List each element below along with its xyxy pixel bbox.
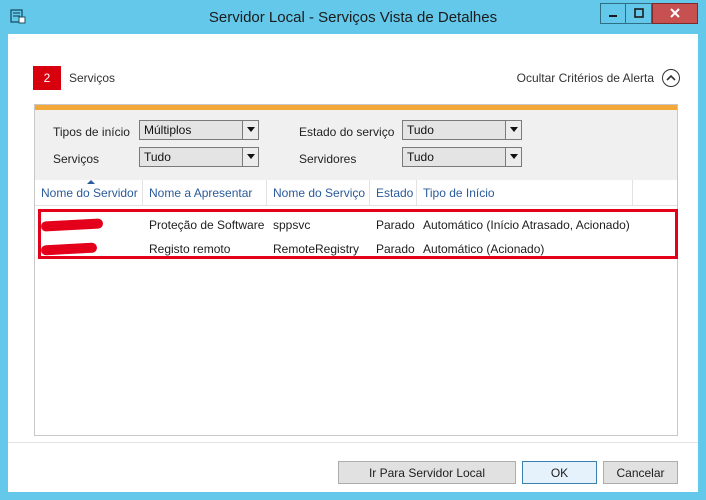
service-state-dropdown[interactable]: Tudo bbox=[402, 120, 522, 140]
maximize-button[interactable] bbox=[626, 3, 652, 24]
table-row[interactable]: Registo remoto RemoteRegistry Parado Aut… bbox=[35, 237, 677, 261]
row-display-name: Registo remoto bbox=[149, 242, 231, 256]
dialog-window: Servidor Local - Serviços Vista de Detal… bbox=[0, 0, 706, 500]
servers-value: Tudo bbox=[407, 150, 434, 164]
dropdown-arrow-icon bbox=[242, 121, 258, 139]
table-header: Nome do Servidor Nome a Apresentar Nome … bbox=[35, 180, 677, 206]
redacted-server-name bbox=[40, 242, 98, 256]
column-header-state[interactable]: Estado bbox=[370, 180, 417, 206]
close-icon bbox=[670, 7, 680, 21]
service-state-label: Estado do serviço bbox=[299, 125, 395, 139]
ok-button[interactable]: OK bbox=[522, 461, 597, 484]
dropdown-arrow-icon bbox=[505, 148, 521, 166]
footer-divider bbox=[8, 442, 698, 443]
column-header-service-name[interactable]: Nome do Serviço bbox=[267, 180, 370, 206]
chevron-up-icon bbox=[662, 69, 680, 87]
servers-label: Servidores bbox=[299, 152, 357, 166]
row-state: Parado bbox=[376, 242, 415, 256]
start-type-value: Múltiplos bbox=[144, 123, 192, 137]
title-bar[interactable]: Servidor Local - Serviços Vista de Detal… bbox=[0, 0, 706, 34]
alert-count-badge: 2 bbox=[33, 66, 61, 90]
hide-alert-criteria-toggle[interactable]: Ocultar Critérios de Alerta bbox=[517, 69, 680, 87]
row-service-name: sppsvc bbox=[273, 218, 311, 232]
row-start-type: Automático (Início Atrasado, Acionado) bbox=[423, 218, 630, 232]
start-type-label: Tipos de início bbox=[53, 125, 130, 139]
row-state: Parado bbox=[376, 218, 415, 232]
alert-toggle-label: Ocultar Critérios de Alerta bbox=[516, 71, 654, 85]
minimize-button[interactable] bbox=[600, 3, 626, 24]
section-title: Serviços bbox=[69, 71, 116, 85]
services-label: Serviços bbox=[53, 152, 100, 166]
services-value: Tudo bbox=[144, 150, 171, 164]
table-row[interactable]: Proteção de Software sppsvc Parado Autom… bbox=[35, 213, 677, 237]
dialog-content: 2 Serviços Ocultar Critérios de Alerta T… bbox=[8, 34, 698, 492]
column-header-start-type[interactable]: Tipo de Início bbox=[417, 180, 633, 206]
close-button[interactable] bbox=[652, 3, 698, 24]
dropdown-arrow-icon bbox=[505, 121, 521, 139]
maximize-icon bbox=[633, 7, 644, 21]
column-header-server-name[interactable]: Nome do Servidor bbox=[35, 180, 143, 206]
services-dropdown[interactable]: Tudo bbox=[139, 147, 259, 167]
start-type-dropdown[interactable]: Múltiplos bbox=[139, 120, 259, 140]
row-service-name: RemoteRegistry bbox=[273, 242, 360, 256]
row-start-type: Automático (Acionado) bbox=[423, 242, 545, 256]
services-header: 2 Serviços bbox=[33, 66, 115, 90]
dropdown-arrow-icon bbox=[242, 148, 258, 166]
redacted-server-name bbox=[40, 218, 104, 232]
service-state-value: Tudo bbox=[407, 123, 434, 137]
go-to-local-server-button[interactable]: Ir Para Servidor Local bbox=[338, 461, 516, 484]
row-display-name: Proteção de Software bbox=[149, 218, 265, 232]
filter-area: Tipos de início Múltiplos Serviços Tudo … bbox=[35, 110, 677, 180]
servers-dropdown[interactable]: Tudo bbox=[402, 147, 522, 167]
services-panel: Tipos de início Múltiplos Serviços Tudo … bbox=[34, 104, 678, 436]
minimize-icon bbox=[608, 7, 618, 21]
cancel-button[interactable]: Cancelar bbox=[603, 461, 678, 484]
column-header-display-name[interactable]: Nome a Apresentar bbox=[143, 180, 267, 206]
